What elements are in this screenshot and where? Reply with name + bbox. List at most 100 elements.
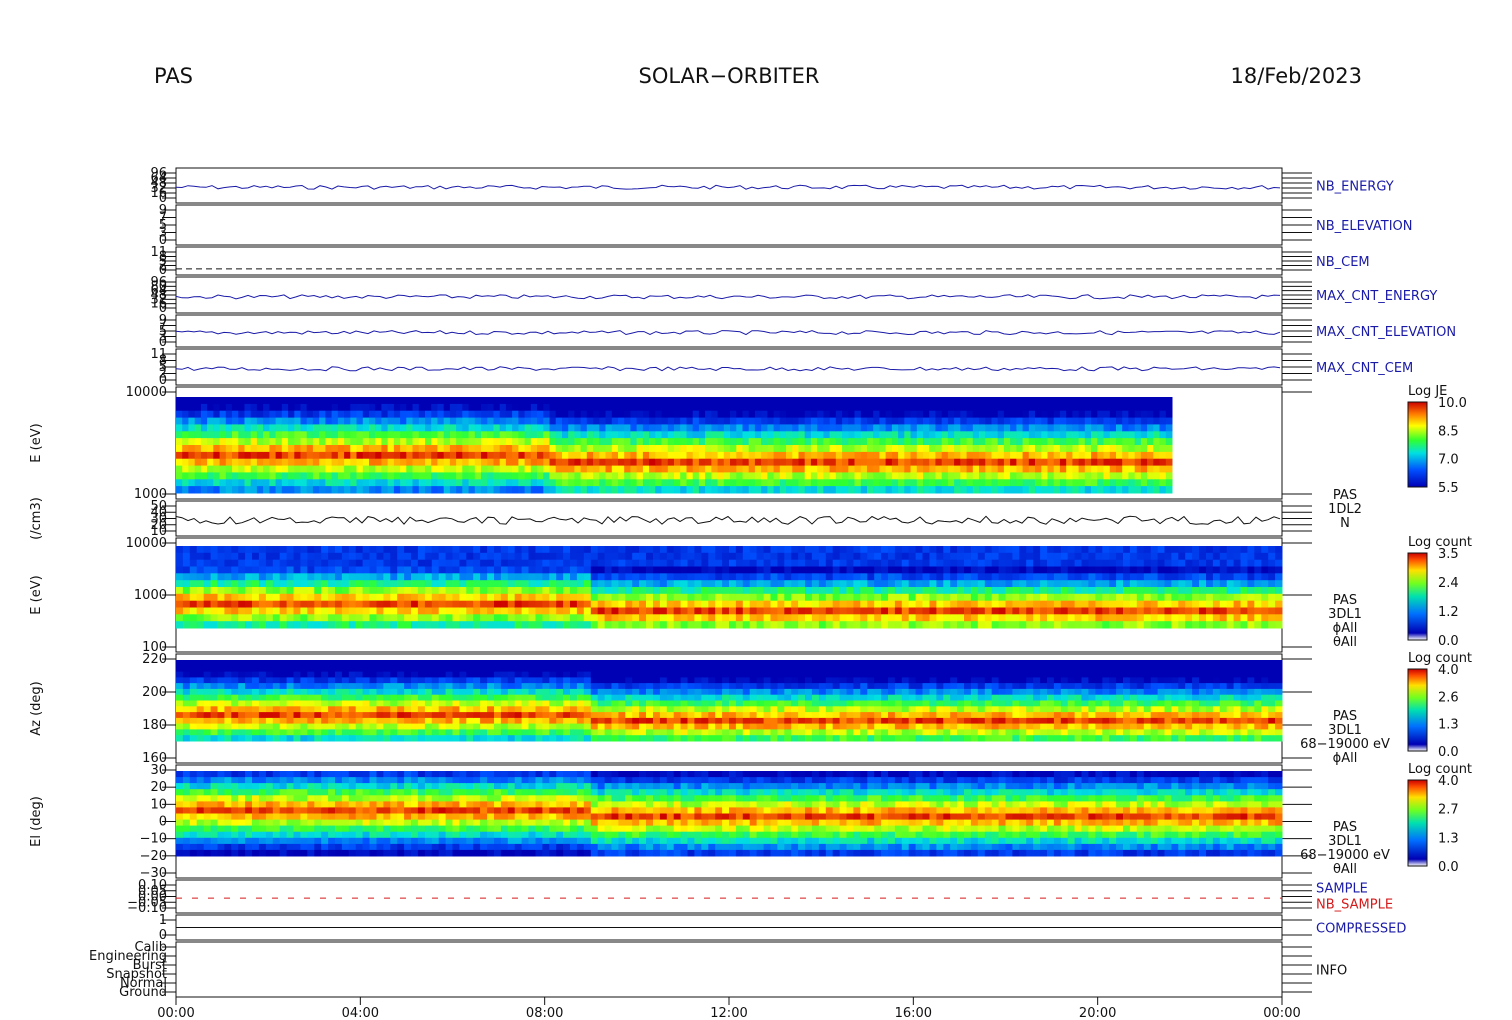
spectrogram-cell [1143,546,1152,554]
spectrogram-cell [383,614,391,622]
spectrogram-cell [189,573,198,581]
spectrogram-cell [985,451,992,460]
spectrogram-cell [1066,445,1073,453]
spectrogram-cell [474,486,482,494]
spectrogram-cell [929,472,936,480]
spectrogram-cell [941,465,949,473]
spectrogram-cell [1178,546,1186,554]
spectrogram-cell [543,465,550,473]
spectrogram-cell [625,566,633,574]
spectrogram-cell [777,546,785,554]
spectrogram-cell [307,688,315,696]
spectrogram-cell [1129,573,1138,581]
spectrogram-cell [362,417,370,425]
spectrogram-cell [950,573,958,581]
spectrogram-cell [417,607,426,615]
spectrogram-cell [176,593,184,602]
spectrogram-cell [411,723,419,730]
spectrogram-cell [344,479,351,487]
spectrogram-cell [754,397,762,405]
spectrogram-cell [176,688,184,696]
solar-orbiter-pas-summary-plot: PAS SOLAR−ORBITER 18/Feb/2023 9664483216… [29,64,1472,1020]
spectrogram-cell [649,465,656,473]
spectrogram-cell [736,410,743,419]
spectrogram-cell [874,546,882,554]
spectrogram-cell [583,580,592,588]
spectrogram-cell [761,472,768,480]
spectrogram-cell [879,438,887,446]
spectrogram-cell [754,479,762,487]
spectrogram-cell [505,445,513,453]
spectrogram-cell [355,723,364,730]
spectrogram-cell [307,607,315,615]
spectrogram-cell [624,465,631,473]
spectrogram-cell [387,431,395,439]
spectrogram-cell [792,403,799,412]
spectrogram-cell [231,735,239,742]
spectrogram-cell [630,486,638,494]
spectrogram-cell [649,438,656,446]
spectrogram-cell [307,712,315,719]
spectrogram-cell [867,573,875,581]
spectrogram-cell [265,614,274,622]
spectrogram-cell [390,723,398,730]
spectrogram-cell [294,479,301,487]
spectrogram-cell [922,580,930,588]
spectrogram-cell [400,424,407,432]
spectrogram-cell [390,566,398,574]
spectrogram-cell [735,593,744,602]
spectrogram-cell [1060,580,1069,588]
spectrogram-cell [748,486,756,494]
spectrogram-cell [176,486,183,494]
spectrogram-cell [1122,445,1129,453]
spectrogram-cell [667,465,675,473]
spectrogram-cell [404,671,412,678]
spectrogram-cell [698,479,706,487]
spectrogram-cell [449,445,457,453]
panel-annotation: PAS [1333,709,1357,724]
spectrogram-cell [406,424,413,432]
spectrogram-cell [624,472,631,480]
spectrogram-cell [518,397,526,405]
spectrogram-cell [885,438,893,446]
spectrogram-cell [412,458,420,467]
spectrogram-cell [854,445,862,453]
spectrogram-cell [1134,465,1142,473]
spectrogram-cell [306,458,314,467]
spectrogram-cell [437,410,445,419]
spectrogram-cell [1041,424,1048,432]
spectrogram-cell [350,410,357,419]
spectrogram-cell [735,552,744,561]
spectrogram-cell [680,580,688,588]
spectrogram-cell [331,417,339,425]
spectrogram-cell [487,438,494,446]
spectrogram-cell [362,688,370,696]
spectrogram-cell [225,486,233,494]
spectrogram-cell [1097,479,1104,487]
spectrogram-cell [1134,438,1142,446]
spectrogram-cell [369,723,377,730]
spectrogram-cell [1164,559,1172,567]
spectrogram-cell [1066,486,1073,494]
spectrogram-cell [1102,552,1110,561]
spectrogram-cell [698,438,706,446]
spectrogram-cell [524,451,532,460]
spectrogram-cell [417,600,426,608]
spectrogram-cell [263,451,270,460]
spectrogram-cell [805,600,813,608]
spectrogram-cell [1171,614,1179,622]
spectrogram-cell [1123,566,1131,574]
spectrogram-cell [655,465,662,473]
spectrogram-cell [452,600,460,608]
spectrogram-cell [314,573,322,581]
spectrogram-cell [1026,546,1034,554]
spectrogram-cell [245,546,253,554]
spectrogram-cell [761,445,768,453]
spectrogram-cell [1109,573,1117,581]
spectrogram-cell [238,403,245,412]
spectrogram-cell [673,587,682,595]
spectrogram-cell [244,417,252,425]
spectrogram-cell [649,417,656,425]
spectrogram-cell [991,445,999,453]
spectrogram-cell [1129,552,1138,561]
